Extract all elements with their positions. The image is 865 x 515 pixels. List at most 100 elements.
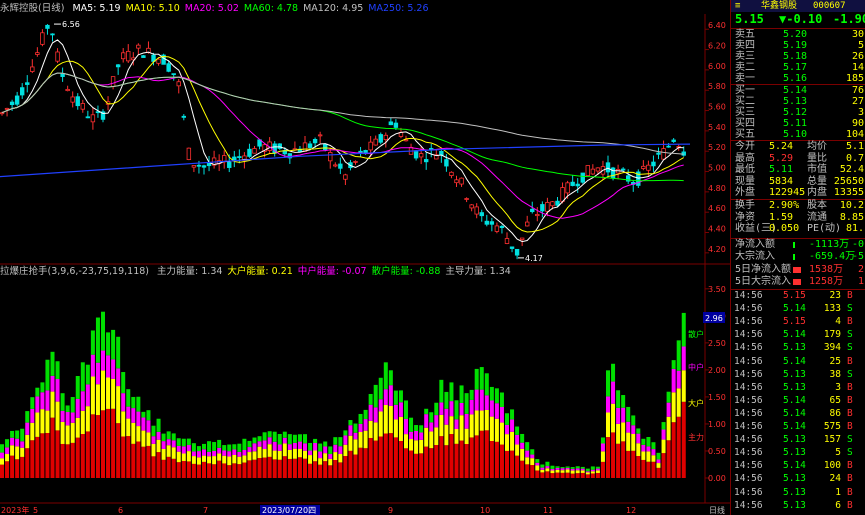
- trade-row: 14:56 5.13 6 B: [731, 500, 865, 512]
- stat-label: 最低: [735, 164, 755, 176]
- main-force-bar: [681, 401, 686, 478]
- mid-holder-bar: [494, 403, 499, 419]
- candle-body: [550, 201, 555, 207]
- retail-bar: [176, 438, 181, 446]
- large-holder-bar: [217, 453, 222, 461]
- main-force-bar: [247, 460, 252, 478]
- retail-bar: [333, 437, 338, 445]
- main-force-bar: [641, 459, 646, 478]
- candle-body: [368, 141, 373, 151]
- retail-bar: [35, 387, 40, 397]
- indicator-header: 拉爆庄抢手(3,9,6,-23,75,19,118) 主力能量: 1.34 大户能…: [0, 265, 521, 279]
- main-force-bar: [545, 471, 550, 478]
- candle-body: [590, 168, 596, 175]
- candle-body: [353, 161, 358, 163]
- large-holder-bar: [10, 445, 15, 456]
- retail-bar: [50, 351, 55, 376]
- trade-row: 14:56 5.15 4 B: [731, 316, 865, 328]
- main-force-bar: [515, 455, 520, 478]
- large-holder-bar: [469, 414, 474, 438]
- main-force-bar: [5, 461, 10, 478]
- candle-body: [474, 206, 479, 215]
- trade-time: 14:56: [734, 421, 763, 432]
- candle-body: [247, 148, 252, 157]
- mid-holder-bar: [131, 408, 136, 423]
- stat-row: 今开 5.24 均价 5.1: [731, 141, 865, 153]
- mid-holder-bar: [308, 450, 313, 456]
- main-force-bar: [368, 437, 373, 478]
- main-force-bar: [202, 461, 206, 478]
- x-axis-label: 5: [33, 506, 38, 515]
- large-holder-bar: [282, 443, 287, 457]
- large-holder-bar: [292, 448, 297, 459]
- mid-holder-bar: [262, 440, 267, 450]
- retail-bar: [161, 433, 166, 442]
- large-holder-bar: [308, 455, 313, 464]
- low-label: 4.17: [525, 254, 543, 263]
- retail-bar: [671, 360, 676, 369]
- retail-bar: [95, 317, 100, 363]
- main-force-bar: [186, 461, 191, 478]
- trade-volume: 65: [829, 394, 841, 406]
- indicator-tick-label: 2.00: [708, 366, 726, 375]
- large-holder-bar: [318, 458, 323, 465]
- ma-label-5: MA250: 5.26: [368, 3, 429, 14]
- large-holder-bar: [631, 433, 636, 451]
- main-force-bar: [590, 473, 595, 478]
- retail-bar: [343, 430, 348, 436]
- large-holder-bar: [358, 431, 363, 448]
- mid-holder-bar: [171, 440, 176, 448]
- retail-bar: [661, 422, 666, 430]
- main-force-bar: [272, 459, 277, 478]
- mid-holder-bar: [313, 443, 318, 451]
- retail-bar: [454, 400, 459, 420]
- main-force-bar: [257, 458, 262, 478]
- main-force-bar: [494, 441, 499, 478]
- retail-bar: [141, 411, 146, 418]
- large-holder-bar: [424, 427, 429, 447]
- retail-bar: [136, 396, 141, 412]
- trade-volume: 24: [829, 473, 841, 485]
- stat-value: 25650: [833, 175, 864, 187]
- x-axis-label: 6: [118, 506, 123, 515]
- bid-volume: 27: [851, 96, 864, 107]
- chart-canvas[interactable]: 6.40 6.20 6.00 5.80 5.60 5.40 5.20 5.00 4.80 4.60…: [0, 0, 730, 515]
- stat-label: 股本: [807, 200, 827, 211]
- candle-body: [317, 134, 323, 137]
- trade-price: 5.13: [783, 368, 806, 380]
- retail-bar: [151, 425, 156, 437]
- indicator-tick-label: 0.00: [708, 474, 726, 483]
- ask-volume: 14: [851, 62, 864, 73]
- main-force-bar: [510, 450, 515, 478]
- large-holder-bar: [464, 428, 469, 445]
- chart-area[interactable]: 6.40 6.20 6.00 5.80 5.60 5.40 5.20 5.00 4.80 4.60…: [0, 0, 730, 515]
- stat-label: 净资: [735, 211, 755, 223]
- large-holder-bar: [146, 432, 151, 446]
- candle-body: [171, 73, 176, 76]
- flow-label: 大宗流入: [735, 251, 775, 263]
- ask-label: 卖五: [735, 29, 755, 40]
- retail-bar: [277, 433, 282, 445]
- candle-body: [444, 159, 449, 167]
- candle-body: [388, 121, 394, 126]
- trade-direction: B: [847, 290, 853, 301]
- large-holder-bar: [65, 425, 70, 445]
- retail-bar: [237, 443, 242, 452]
- trade-direction: B: [847, 473, 853, 485]
- large-holder-bar: [474, 410, 479, 436]
- x-axis-label: 2023年: [1, 505, 29, 515]
- mid-holder-bar: [106, 355, 111, 378]
- price-tick-label: 5.40: [708, 123, 726, 132]
- large-holder-bar: [161, 448, 166, 460]
- mid-holder-bar: [459, 402, 464, 416]
- trade-time: 14:56: [734, 460, 763, 472]
- mid-holder-bar: [646, 446, 651, 452]
- candle-body: [166, 63, 171, 72]
- main-force-bar: [570, 473, 575, 478]
- mid-holder-bar: [181, 446, 186, 454]
- price-tick-label: 4.40: [708, 225, 726, 234]
- main-force-bar: [429, 448, 434, 478]
- mid-holder-bar: [55, 379, 60, 402]
- retail-bar: [282, 431, 287, 438]
- mid-holder-bar: [409, 431, 414, 440]
